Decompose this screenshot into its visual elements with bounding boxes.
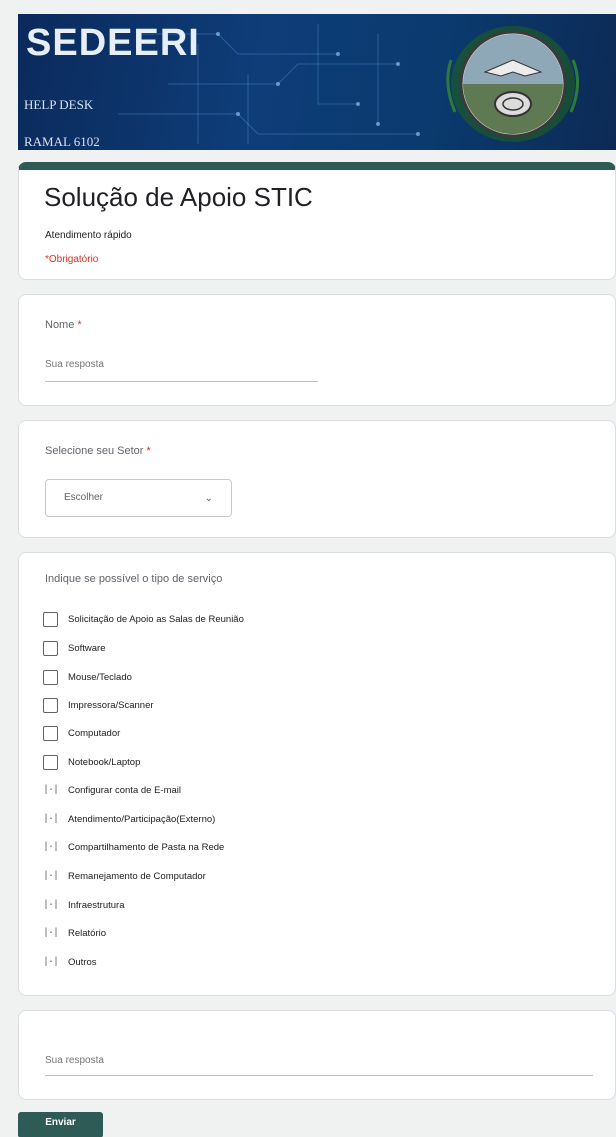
checkbox[interactable] <box>43 640 58 656</box>
option-label: Compartilhamento de Pasta na Rede <box>68 841 225 853</box>
option-label: Infraestrutura <box>68 899 125 911</box>
question-label-text: Selecione seu Setor <box>45 445 144 457</box>
question-card-sector: Selecione seu Setor * Escolher ⌄ <box>18 420 616 538</box>
option-configurar-email[interactable]: |·| Configurar conta de E-mail <box>43 782 181 798</box>
option-label: Mouse/Teclado <box>68 671 132 683</box>
checkbox[interactable]: |·| <box>43 785 59 796</box>
option-label: Impressora/Scanner <box>68 699 154 711</box>
checkbox[interactable]: |·| <box>43 957 59 968</box>
name-input[interactable] <box>45 359 317 370</box>
checkbox[interactable] <box>43 611 58 627</box>
option-mouse-teclado[interactable]: Mouse/Teclado <box>43 669 132 685</box>
header-banner: SEDEERI HELP DESK RAMAL 6102 <box>18 14 616 150</box>
option-label: Configurar conta de E-mail <box>68 784 181 796</box>
option-remanejamento-computador[interactable]: |·| Remanejamento de Computador <box>43 868 206 884</box>
option-outros[interactable]: |·| Outros <box>43 954 97 970</box>
checkbox[interactable]: |·| <box>43 871 59 882</box>
question-label-service: Indique se possível o tipo de serviço <box>45 573 223 585</box>
required-star: * <box>77 319 82 331</box>
option-software[interactable]: Software <box>43 640 106 656</box>
sector-selected-value: Escolher <box>64 492 103 503</box>
question-card-other <box>18 1010 616 1100</box>
option-infraestrutura[interactable]: |·| Infraestrutura <box>43 897 125 913</box>
option-label: Atendimento/Participação(Externo) <box>68 813 216 825</box>
checkbox[interactable] <box>43 669 58 685</box>
option-label: Notebook/Laptop <box>68 756 141 768</box>
question-label-sector: Selecione seu Setor * <box>45 445 151 457</box>
option-label: Solicitação de Apoio as Salas de Reunião <box>68 613 244 625</box>
question-label-name: Nome * <box>45 319 82 331</box>
checkbox[interactable] <box>43 725 58 741</box>
banner-ramal: RAMAL 6102 <box>24 134 100 149</box>
chevron-down-icon: ⌄ <box>204 493 213 504</box>
required-note: *Obrigatório <box>45 254 99 265</box>
option-label: Software <box>68 642 106 654</box>
checkbox[interactable] <box>43 754 58 770</box>
option-salas-reuniao[interactable]: Solicitação de Apoio as Salas de Reunião <box>43 611 244 627</box>
option-label: Relatório <box>68 927 107 939</box>
question-card-name: Nome * <box>18 294 616 406</box>
checkbox[interactable]: |·| <box>43 814 59 825</box>
submit-button[interactable]: Enviar <box>18 1112 103 1137</box>
other-answer-input[interactable] <box>45 1055 585 1066</box>
sector-dropdown[interactable]: Escolher ⌄ <box>45 479 232 517</box>
option-label: Computador <box>68 727 121 739</box>
question-label-text: Nome <box>45 319 75 331</box>
question-card-service-type: Indique se possível o tipo de serviço So… <box>18 552 616 996</box>
checkbox[interactable]: |·| <box>43 900 59 911</box>
emblem-logo <box>446 26 579 142</box>
checkbox[interactable]: |·| <box>43 842 59 853</box>
checkbox[interactable] <box>43 697 58 713</box>
form-header-card: Solução de Apoio STIC Atendimento rápido… <box>18 162 616 280</box>
required-star: * <box>146 445 151 457</box>
option-impressora-scanner[interactable]: Impressora/Scanner <box>43 697 154 713</box>
option-label: Outros <box>68 956 97 968</box>
option-notebook-laptop[interactable]: Notebook/Laptop <box>43 754 140 770</box>
form-title: Solução de Apoio STIC <box>44 182 313 212</box>
option-atendimento-externo[interactable]: |·| Atendimento/Participação(Externo) <box>43 811 215 827</box>
banner-subtitle: HELP DESK <box>24 97 94 112</box>
option-computador[interactable]: Computador <box>43 725 120 741</box>
option-relatorio[interactable]: |·| Relatório <box>43 925 106 941</box>
other-input-underline <box>45 1075 593 1076</box>
checkbox[interactable]: |·| <box>43 928 59 939</box>
option-label: Remanejamento de Computador <box>68 870 206 882</box>
option-compartilhamento-pasta[interactable]: |·| Compartilhamento de Pasta na Rede <box>43 839 224 855</box>
name-input-underline <box>45 381 318 382</box>
form-description: Atendimento rápido <box>45 230 132 241</box>
banner-title: SEDEERI <box>26 22 200 64</box>
